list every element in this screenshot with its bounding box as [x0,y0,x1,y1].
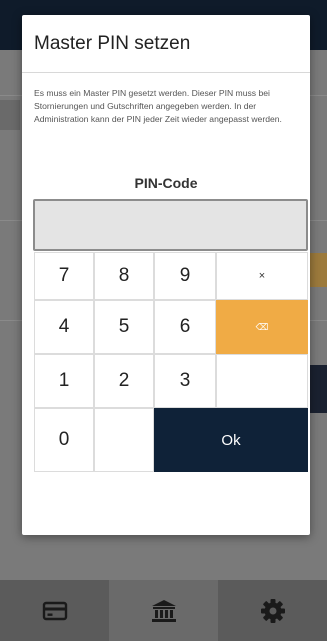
key-6[interactable]: 6 [154,300,216,354]
numeric-keypad: 7 8 9 × 4 5 6 ⌫ 1 2 3 0 Ok [34,252,308,530]
key-4[interactable]: 4 [34,300,94,354]
key-8[interactable]: 8 [94,252,154,300]
key-7[interactable]: 7 [34,252,94,300]
nav-item-payment[interactable] [0,580,109,641]
ok-button[interactable]: Ok [154,408,308,472]
empty-key [94,408,154,472]
background-element [0,100,20,130]
key-1[interactable]: 1 [34,354,94,408]
bank-icon [151,599,177,623]
bottom-navigation [0,580,327,641]
key-0[interactable]: 0 [34,408,94,472]
master-pin-dialog: Master PIN setzen Es muss ein Master PIN… [22,15,310,535]
key-9[interactable]: 9 [154,252,216,300]
empty-key [216,354,308,408]
gear-icon [260,598,286,624]
pin-code-field[interactable] [33,199,308,251]
pin-code-label: PIN-Code [134,175,198,191]
key-3[interactable]: 3 [154,354,216,408]
nav-item-settings[interactable] [218,580,327,641]
dialog-message: Es muss ein Master PIN gesetzt werden. D… [34,88,282,124]
key-2[interactable]: 2 [94,354,154,408]
nav-item-bank[interactable] [109,580,218,641]
backspace-button[interactable]: ⌫ [216,300,308,354]
dialog-title: Master PIN setzen [34,33,191,54]
clear-button[interactable]: × [216,252,308,300]
card-icon [42,601,68,621]
key-5[interactable]: 5 [94,300,154,354]
dialog-divider [22,72,310,73]
